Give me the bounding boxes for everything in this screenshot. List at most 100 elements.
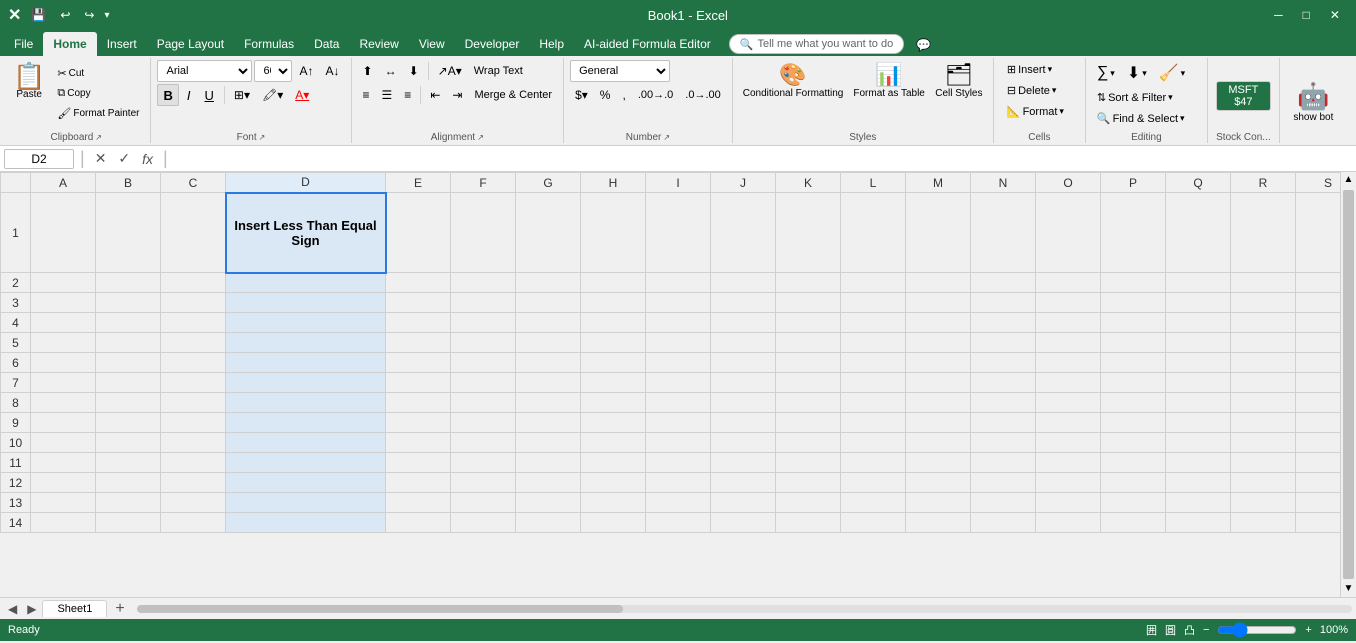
col-header-R[interactable]: R [1231,173,1296,193]
cell-L11[interactable] [841,453,906,473]
cell-E6[interactable] [386,353,451,373]
cell-O11[interactable] [1036,453,1101,473]
decrease-decimal-button[interactable]: .00→.0 [633,84,678,106]
tab-developer[interactable]: Developer [455,32,530,56]
cell-G11[interactable] [516,453,581,473]
cell-G3[interactable] [516,293,581,313]
cell-F14[interactable] [451,513,516,533]
cell-B12[interactable] [96,473,161,493]
align-right-button[interactable]: ≡ [399,84,416,106]
cell-S12[interactable] [1296,473,1341,493]
cell-O12[interactable] [1036,473,1101,493]
cell-G8[interactable] [516,393,581,413]
cell-H13[interactable] [581,493,646,513]
cell-Q6[interactable] [1166,353,1231,373]
formula-confirm-button[interactable]: ✓ [114,150,134,167]
cell-J12[interactable] [711,473,776,493]
add-sheet-button[interactable]: + [109,599,130,619]
quick-access-undo[interactable]: ↩ [56,6,74,24]
cell-J4[interactable] [711,313,776,333]
cell-E14[interactable] [386,513,451,533]
cell-R12[interactable] [1231,473,1296,493]
cell-N13[interactable] [971,493,1036,513]
formula-cancel-button[interactable]: ✕ [91,150,111,167]
cell-K5[interactable] [776,333,841,353]
italic-button[interactable]: I [181,84,197,106]
cell-O8[interactable] [1036,393,1101,413]
cell-P4[interactable] [1101,313,1166,333]
col-header-O[interactable]: O [1036,173,1101,193]
col-header-A[interactable]: A [31,173,96,193]
cell-O6[interactable] [1036,353,1101,373]
cell-C14[interactable] [161,513,226,533]
cell-N10[interactable] [971,433,1036,453]
wrap-text-button[interactable]: Wrap Text [469,60,528,82]
font-expand-icon[interactable]: ↗ [259,133,266,142]
cell-S7[interactable] [1296,373,1341,393]
col-header-S[interactable]: S [1296,173,1341,193]
cell-H14[interactable] [581,513,646,533]
increase-decimal-button[interactable]: .0→.00 [680,84,725,106]
col-header-G[interactable]: G [516,173,581,193]
cell-A11[interactable] [31,453,96,473]
row-num-5[interactable]: 5 [1,333,31,353]
cell-D4[interactable] [226,313,386,333]
alignment-expand-icon[interactable]: ↗ [477,133,484,142]
cell-L8[interactable] [841,393,906,413]
cell-C13[interactable] [161,493,226,513]
cell-R6[interactable] [1231,353,1296,373]
cell-E9[interactable] [386,413,451,433]
cell-P2[interactable] [1101,273,1166,293]
cell-J13[interactable] [711,493,776,513]
cell-C9[interactable] [161,413,226,433]
row-num-2[interactable]: 2 [1,273,31,293]
row-num-12[interactable]: 12 [1,473,31,493]
tab-insert[interactable]: Insert [97,32,147,56]
cell-M5[interactable] [906,333,971,353]
cell-A6[interactable] [31,353,96,373]
cell-H2[interactable] [581,273,646,293]
col-header-M[interactable]: M [906,173,971,193]
cell-D7[interactable] [226,373,386,393]
formula-input[interactable] [174,151,1352,167]
cell-O13[interactable] [1036,493,1101,513]
cell-D1[interactable]: Insert Less Than Equal Sign [226,193,386,273]
cell-H9[interactable] [581,413,646,433]
cell-F1[interactable] [451,193,516,273]
view-normal-button[interactable]: 囲 [1146,622,1157,638]
cell-G14[interactable] [516,513,581,533]
cell-R11[interactable] [1231,453,1296,473]
cell-N3[interactable] [971,293,1036,313]
col-header-D[interactable]: D [226,173,386,193]
align-center-button[interactable]: ☰ [377,84,398,106]
cell-D10[interactable] [226,433,386,453]
cell-M9[interactable] [906,413,971,433]
cell-J5[interactable] [711,333,776,353]
cell-J9[interactable] [711,413,776,433]
cell-N6[interactable] [971,353,1036,373]
cell-M6[interactable] [906,353,971,373]
cell-H4[interactable] [581,313,646,333]
cell-P12[interactable] [1101,473,1166,493]
row-num-10[interactable]: 10 [1,433,31,453]
cell-P14[interactable] [1101,513,1166,533]
font-size-select[interactable]: 60 [254,60,292,82]
cell-P9[interactable] [1101,413,1166,433]
cell-B11[interactable] [96,453,161,473]
row-num-7[interactable]: 7 [1,373,31,393]
cell-R9[interactable] [1231,413,1296,433]
cell-C1[interactable] [161,193,226,273]
tab-view[interactable]: View [409,32,455,56]
cell-S8[interactable] [1296,393,1341,413]
cell-B2[interactable] [96,273,161,293]
cell-L14[interactable] [841,513,906,533]
cell-K9[interactable] [776,413,841,433]
cell-J1[interactable] [711,193,776,273]
cell-Q7[interactable] [1166,373,1231,393]
cell-P11[interactable] [1101,453,1166,473]
cell-J2[interactable] [711,273,776,293]
cell-A10[interactable] [31,433,96,453]
cell-F7[interactable] [451,373,516,393]
tell-me-box[interactable]: 🔍 Tell me what you want to do [729,34,904,54]
cell-H3[interactable] [581,293,646,313]
